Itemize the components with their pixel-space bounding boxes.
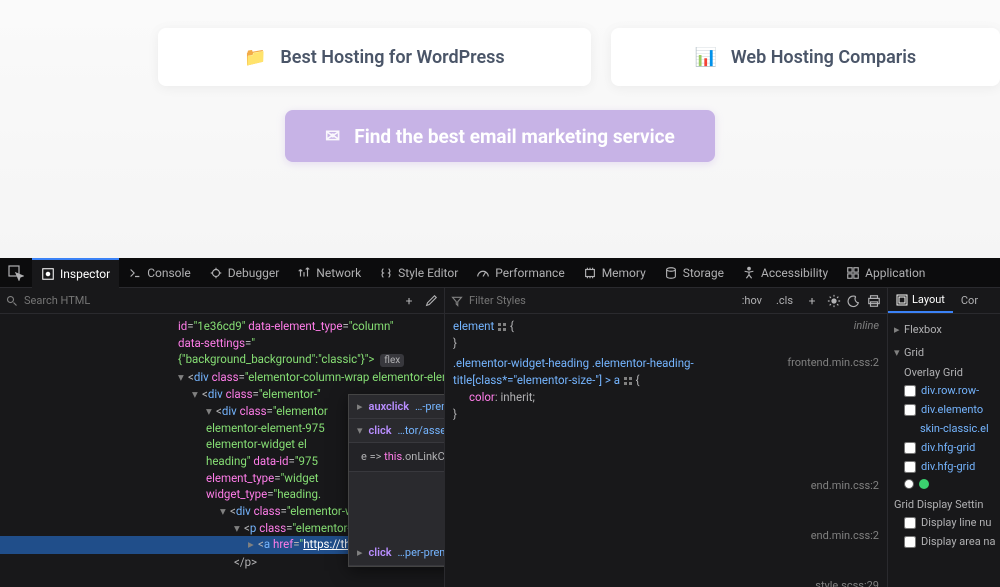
card-wordpress-hosting[interactable]: 📁 Best Hosting for WordPress <box>158 28 591 86</box>
devtools-tabs: Inspector Console Debugger Network Style… <box>0 258 1000 288</box>
grid-item: skin-classic.el <box>894 419 994 438</box>
memory-icon <box>583 266 597 280</box>
tab-style-editor[interactable]: Style Editor <box>370 258 467 288</box>
styles-filter-input[interactable] <box>469 294 732 307</box>
console-icon <box>128 266 142 280</box>
inspector-icon <box>41 267 55 281</box>
debugger-icon <box>209 266 223 280</box>
filter-icon <box>451 295 463 307</box>
performance-icon <box>476 266 490 280</box>
color-dot-icon[interactable] <box>919 479 929 489</box>
application-icon <box>846 266 860 280</box>
html-toolbar: + <box>0 288 444 314</box>
layout-pane: Layout Cor ▸Flexbox ▾Grid Overlay Grid d… <box>888 288 1000 587</box>
chevron-right-icon[interactable]: ▸ <box>357 545 363 561</box>
styles-pane: :hov .cls + inline element { } frontend.… <box>445 288 888 587</box>
styles-rules[interactable]: inline element { } frontend.min.css:2 .e… <box>445 314 887 587</box>
event-listener-popup: ▸ auxclick …-premium/js/frontend.min.js?… <box>348 394 444 567</box>
envelope-icon: ✉ <box>325 126 340 147</box>
grid-item[interactable]: div.elemento <box>894 400 994 419</box>
tab-computed[interactable]: Cor <box>953 288 986 313</box>
event-row-click[interactable]: ▾ click …tor/assets/js/frontend.min.js?v… <box>349 419 444 443</box>
flex-badge[interactable]: flex <box>380 354 404 367</box>
add-element-button[interactable]: + <box>400 292 418 310</box>
tab-network[interactable]: Network <box>288 258 370 288</box>
cta-row: ✉ Find the best email marketing service <box>0 110 1000 162</box>
cta-email-marketing[interactable]: ✉ Find the best email marketing service <box>285 110 715 162</box>
chevron-right-icon[interactable]: ▸ <box>357 399 363 415</box>
flexbox-section[interactable]: ▸Flexbox <box>894 320 994 339</box>
grid-display-label: Grid Display Settin <box>894 492 994 513</box>
webpage-area: 📁 Best Hosting for WordPress 📊 Web Hosti… <box>0 0 1000 258</box>
chevron-down-icon[interactable]: ▾ <box>357 423 363 439</box>
grid-section[interactable]: ▾Grid <box>894 343 994 362</box>
folder-icon: 📁 <box>244 47 266 68</box>
cls-button[interactable]: .cls <box>772 292 797 309</box>
cards-row: 📁 Best Hosting for WordPress 📊 Web Hosti… <box>0 28 1000 86</box>
html-search-input[interactable] <box>24 294 394 307</box>
add-rule-button[interactable]: + <box>803 292 821 310</box>
tab-performance[interactable]: Performance <box>467 258 573 288</box>
tab-inspector[interactable]: Inspector <box>32 258 119 288</box>
storage-icon <box>664 266 678 280</box>
display-option[interactable]: Display area na <box>894 532 994 551</box>
html-tree[interactable]: id="1e36cd9" data-element_type="column" … <box>0 314 444 587</box>
event-row-auxclick[interactable]: ▸ auxclick …-premium/js/frontend.min.js?… <box>349 395 444 419</box>
html-pane: + id="1e36cd9" data-element_type="column… <box>0 288 445 587</box>
event-handler-code: e => this.onLinkClick(e) <box>349 443 444 472</box>
event-row-click2[interactable]: ▸ click …per-premium/js/frontend.min.js?… <box>349 542 444 566</box>
color-dot-icon[interactable] <box>904 479 914 489</box>
element-picker-icon[interactable] <box>8 265 24 281</box>
devtools-body: + id="1e36cd9" data-element_type="column… <box>0 288 1000 587</box>
hov-button[interactable]: :hov <box>738 292 766 309</box>
tab-debugger[interactable]: Debugger <box>200 258 289 288</box>
accessibility-icon <box>742 266 756 280</box>
network-icon <box>297 266 311 280</box>
styles-toolbar: :hov .cls + <box>445 288 887 314</box>
card-text: Best Hosting for WordPress <box>280 47 504 68</box>
overlay-grid-label: Overlay Grid <box>894 362 994 381</box>
cta-text: Find the best email marketing service <box>354 125 675 148</box>
grid-item[interactable]: div.hfg-grid <box>894 457 994 476</box>
search-icon <box>6 295 18 307</box>
print-icon[interactable] <box>867 294 881 308</box>
tab-storage[interactable]: Storage <box>655 258 733 288</box>
grid-item[interactable]: div.hfg-grid <box>894 438 994 457</box>
tab-accessibility[interactable]: Accessibility <box>733 258 837 288</box>
style-editor-icon <box>379 266 393 280</box>
card-hosting-comparison[interactable]: 📊 Web Hosting Comparis <box>611 28 1000 86</box>
grid-color-controls[interactable] <box>894 476 994 492</box>
devtools-panel: Inspector Console Debugger Network Style… <box>0 258 1000 587</box>
tab-layout[interactable]: Layout <box>888 288 953 313</box>
card-text: Web Hosting Comparis <box>731 47 916 68</box>
layout-icon <box>896 294 908 306</box>
display-option[interactable]: Display line nu <box>894 513 994 532</box>
light-mode-icon[interactable] <box>827 294 841 308</box>
layout-tabs: Layout Cor <box>888 288 1000 314</box>
tab-console[interactable]: Console <box>119 258 200 288</box>
eyedropper-icon[interactable] <box>424 294 438 308</box>
layout-body: ▸Flexbox ▾Grid Overlay Grid div.row.row-… <box>888 314 1000 561</box>
dark-mode-icon[interactable] <box>847 294 861 308</box>
tab-application[interactable]: Application <box>837 258 934 288</box>
grid-item[interactable]: div.row.row- <box>894 381 994 400</box>
chart-icon: 📊 <box>694 47 716 68</box>
tab-memory[interactable]: Memory <box>574 258 655 288</box>
